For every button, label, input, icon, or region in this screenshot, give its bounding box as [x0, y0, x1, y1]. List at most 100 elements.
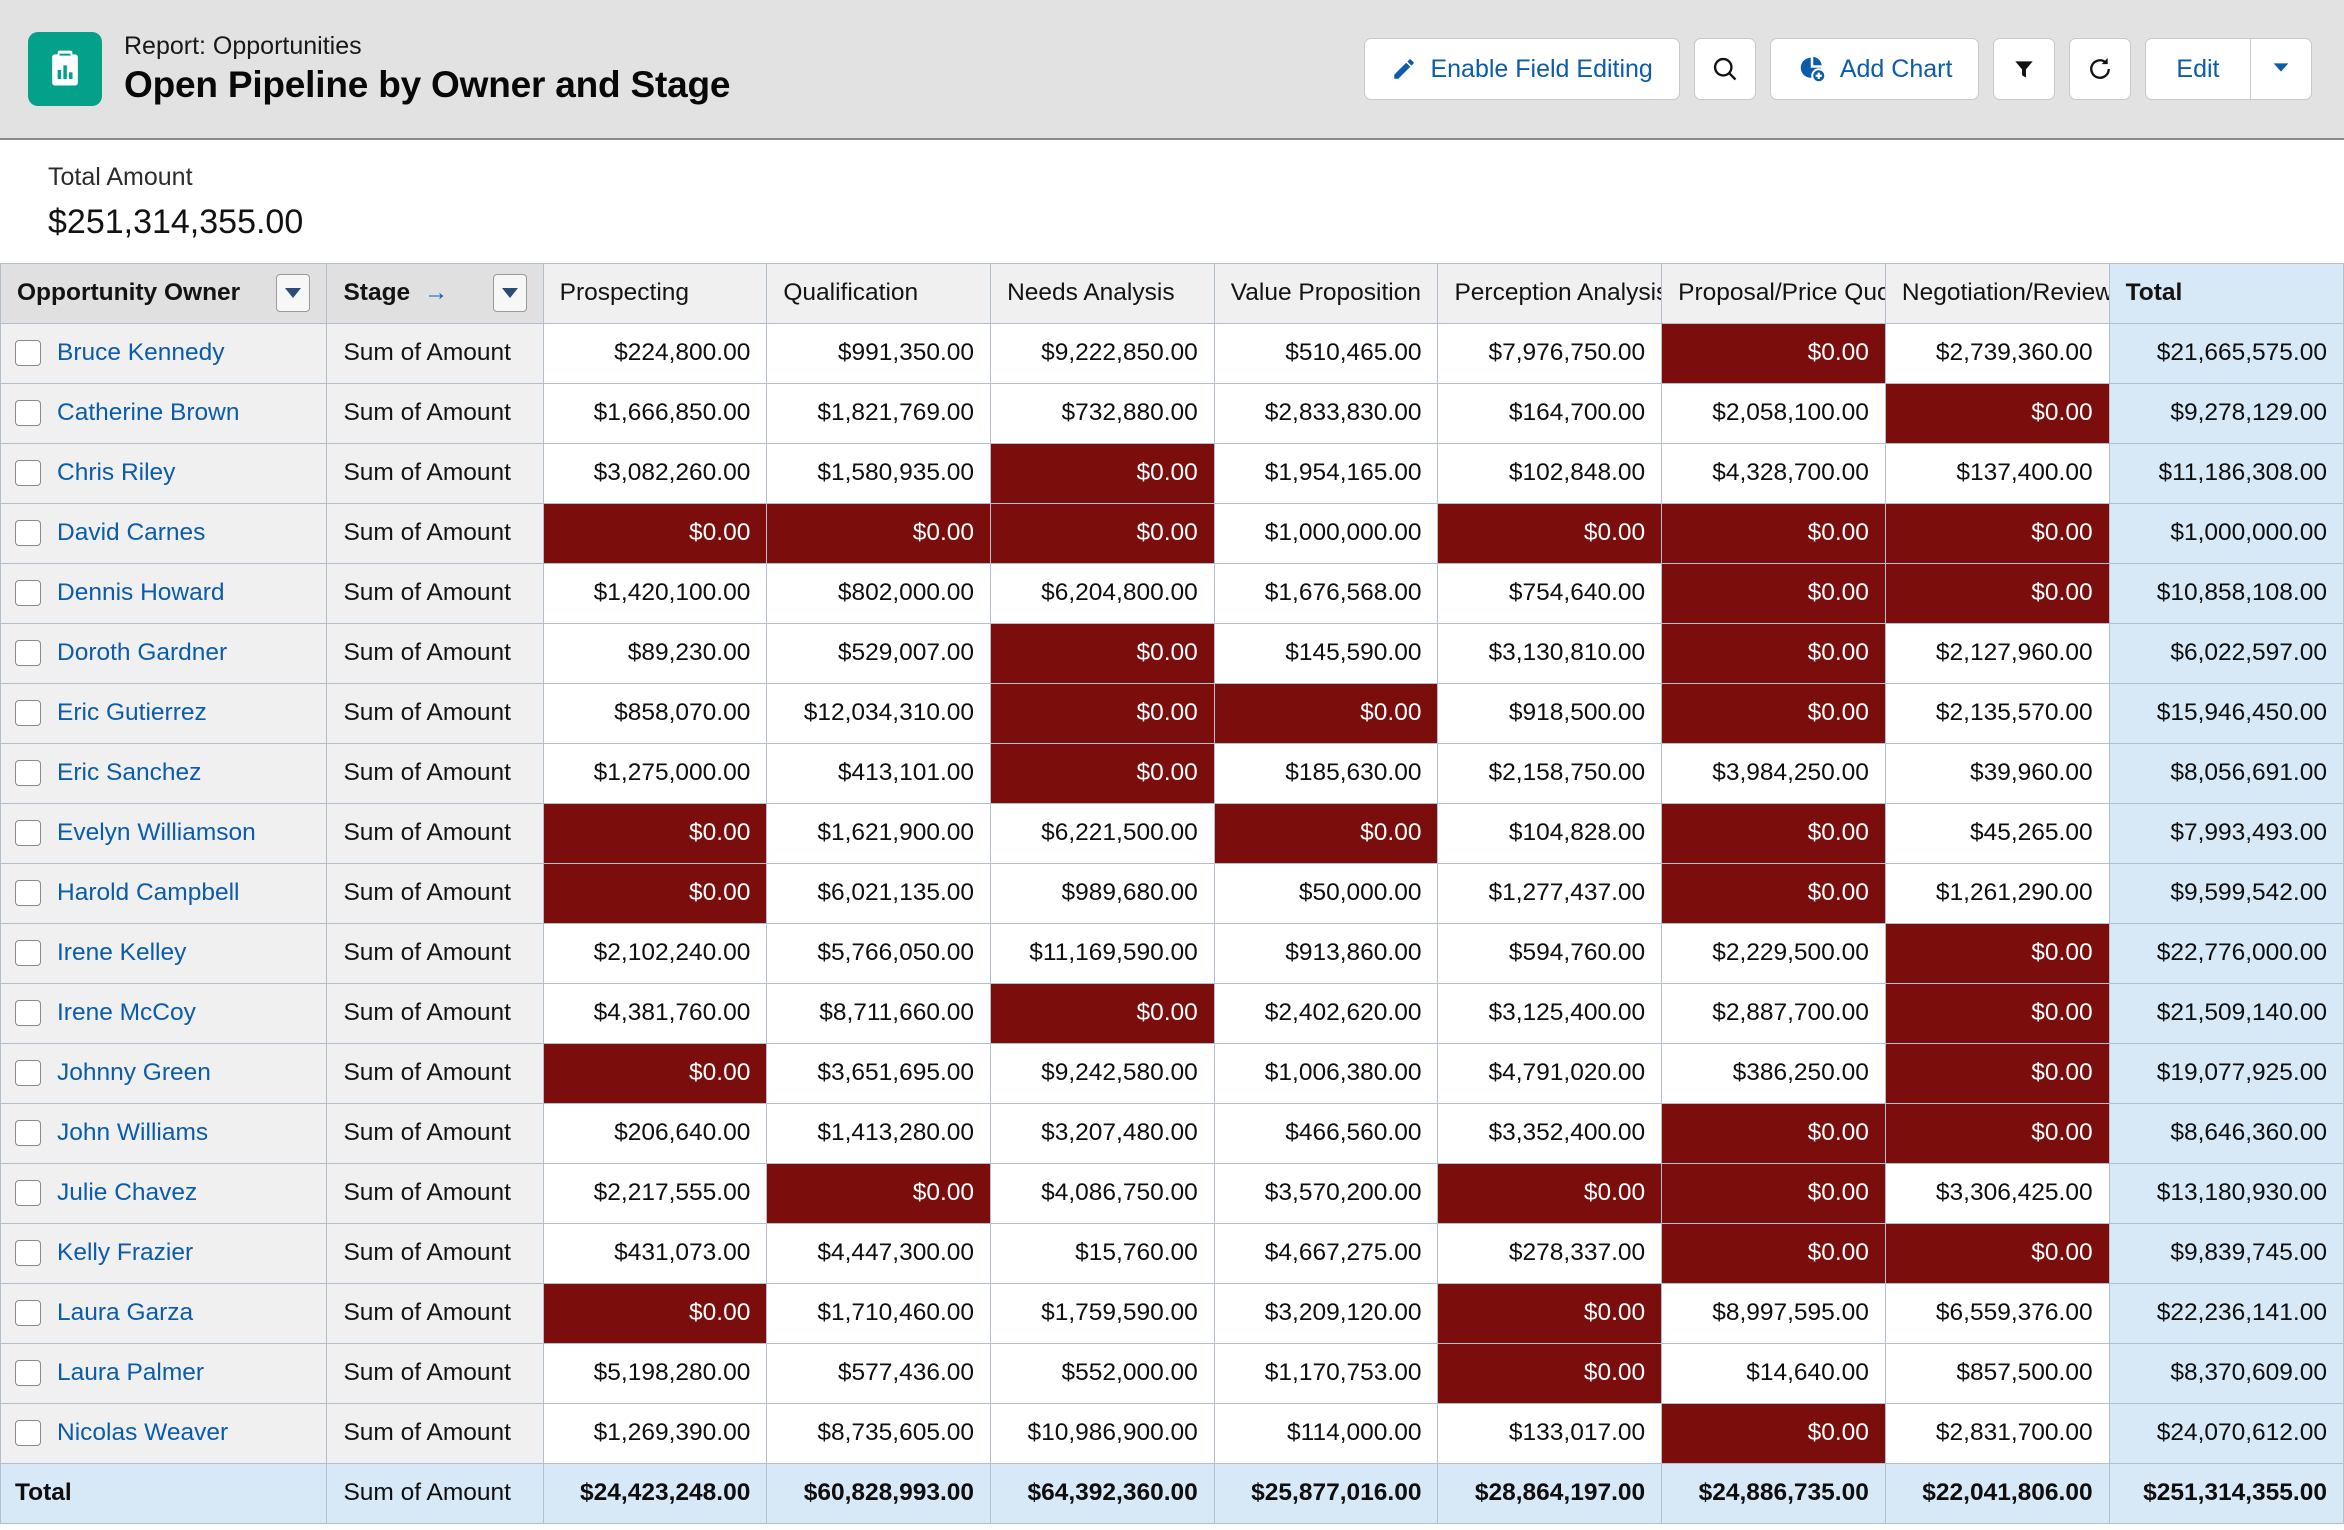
amount-cell[interactable]: $164,700.00 [1437, 382, 1663, 444]
amount-cell-zero[interactable]: $0.00 [542, 862, 768, 924]
amount-cell-zero[interactable]: $0.00 [1661, 622, 1886, 684]
amount-cell[interactable]: $224,800.00 [542, 322, 768, 384]
amount-cell[interactable]: $3,209,120.00 [1213, 1282, 1439, 1344]
column-header-negotiation-review[interactable]: Negotiation/Review [1884, 262, 2110, 324]
amount-cell[interactable]: $9,222,850.00 [990, 322, 1215, 384]
row-checkbox[interactable] [15, 1300, 41, 1327]
row-checkbox[interactable] [15, 1360, 41, 1387]
amount-cell[interactable]: $7,976,750.00 [1437, 322, 1663, 384]
amount-cell[interactable]: $6,221,500.00 [990, 802, 1215, 864]
amount-cell[interactable]: $913,860.00 [1213, 922, 1439, 984]
amount-cell-zero[interactable]: $0.00 [1884, 382, 2110, 444]
amount-cell[interactable]: $6,021,135.00 [766, 862, 992, 924]
owner-link[interactable]: Dennis Howard [57, 579, 225, 607]
amount-cell[interactable]: $89,230.00 [542, 622, 768, 684]
amount-cell[interactable]: $802,000.00 [766, 562, 992, 624]
amount-cell[interactable]: $1,621,900.00 [766, 802, 992, 864]
amount-cell[interactable]: $6,559,376.00 [1884, 1282, 2110, 1344]
edit-dropdown-button[interactable] [2251, 39, 2311, 99]
amount-cell[interactable]: $413,101.00 [766, 742, 992, 804]
amount-cell-zero[interactable]: $0.00 [1661, 682, 1886, 744]
amount-cell[interactable]: $4,381,760.00 [542, 982, 768, 1044]
owner-link[interactable]: Harold Campbell [57, 879, 239, 907]
amount-cell[interactable]: $6,204,800.00 [990, 562, 1215, 624]
row-checkbox[interactable] [15, 460, 41, 487]
amount-cell[interactable]: $4,791,020.00 [1437, 1042, 1663, 1104]
row-checkbox[interactable] [15, 760, 41, 787]
amount-cell-zero[interactable]: $0.00 [990, 982, 1215, 1044]
amount-cell[interactable]: $114,000.00 [1213, 1402, 1439, 1464]
owner-link[interactable]: Julie Chavez [57, 1179, 197, 1207]
owner-column-menu-button[interactable] [276, 274, 311, 313]
amount-cell[interactable]: $1,759,590.00 [990, 1282, 1215, 1344]
owner-link[interactable]: Nicolas Weaver [57, 1419, 228, 1447]
row-checkbox[interactable] [15, 580, 41, 607]
amount-cell[interactable]: $1,261,290.00 [1884, 862, 2110, 924]
amount-cell[interactable]: $732,880.00 [990, 382, 1215, 444]
owner-link[interactable]: Bruce Kennedy [57, 339, 225, 367]
add-chart-button[interactable]: Add Chart [1769, 38, 1980, 100]
amount-cell-zero[interactable]: $0.00 [766, 1162, 992, 1224]
amount-cell-zero[interactable]: $0.00 [1661, 1162, 1886, 1224]
amount-cell[interactable]: $2,402,620.00 [1213, 982, 1439, 1044]
amount-cell[interactable]: $3,352,400.00 [1437, 1102, 1663, 1164]
amount-cell-zero[interactable]: $0.00 [542, 502, 768, 564]
row-checkbox[interactable] [15, 640, 41, 667]
row-checkbox[interactable] [15, 340, 41, 367]
amount-cell[interactable]: $50,000.00 [1213, 862, 1439, 924]
amount-cell[interactable]: $2,833,830.00 [1213, 382, 1439, 444]
amount-cell[interactable]: $1,954,165.00 [1213, 442, 1439, 504]
amount-cell[interactable]: $1,821,769.00 [766, 382, 992, 444]
amount-cell-zero[interactable]: $0.00 [990, 742, 1215, 804]
row-checkbox[interactable] [15, 1120, 41, 1147]
amount-cell-zero[interactable]: $0.00 [1884, 1042, 2110, 1104]
amount-cell[interactable]: $2,831,700.00 [1884, 1402, 2110, 1464]
amount-cell[interactable]: $1,580,935.00 [766, 442, 992, 504]
owner-link[interactable]: David Carnes [57, 519, 205, 547]
amount-cell[interactable]: $8,997,595.00 [1661, 1282, 1886, 1344]
amount-cell-zero[interactable]: $0.00 [766, 502, 992, 564]
amount-cell-zero[interactable]: $0.00 [1213, 802, 1439, 864]
amount-cell[interactable]: $3,306,425.00 [1884, 1162, 2110, 1224]
amount-cell[interactable]: $102,848.00 [1437, 442, 1663, 504]
amount-cell-zero[interactable]: $0.00 [1884, 922, 2110, 984]
amount-cell[interactable]: $989,680.00 [990, 862, 1215, 924]
owner-link[interactable]: Catherine Brown [57, 399, 239, 427]
owner-link[interactable]: Laura Garza [57, 1299, 193, 1327]
row-checkbox[interactable] [15, 1420, 41, 1447]
row-checkbox[interactable] [15, 820, 41, 847]
owner-link[interactable]: Evelyn Williamson [57, 819, 256, 847]
amount-cell[interactable]: $3,082,260.00 [542, 442, 768, 504]
amount-cell[interactable]: $1,710,460.00 [766, 1282, 992, 1344]
column-header-stage[interactable]: Stage → [326, 262, 544, 324]
amount-cell-zero[interactable]: $0.00 [1661, 1102, 1886, 1164]
owner-link[interactable]: Laura Palmer [57, 1359, 204, 1387]
row-checkbox[interactable] [15, 940, 41, 967]
amount-cell-zero[interactable]: $0.00 [990, 442, 1215, 504]
amount-cell[interactable]: $1,275,000.00 [542, 742, 768, 804]
amount-cell[interactable]: $857,500.00 [1884, 1342, 2110, 1404]
amount-cell-zero[interactable]: $0.00 [990, 622, 1215, 684]
column-header-prospecting[interactable]: Prospecting [542, 262, 768, 324]
amount-cell[interactable]: $1,413,280.00 [766, 1102, 992, 1164]
amount-cell[interactable]: $431,073.00 [542, 1222, 768, 1284]
amount-cell-zero[interactable]: $0.00 [1884, 1222, 2110, 1284]
amount-cell-zero[interactable]: $0.00 [1437, 1282, 1663, 1344]
amount-cell-zero[interactable]: $0.00 [990, 682, 1215, 744]
amount-cell[interactable]: $1,420,100.00 [542, 562, 768, 624]
amount-cell-zero[interactable]: $0.00 [1884, 1102, 2110, 1164]
amount-cell[interactable]: $1,676,568.00 [1213, 562, 1439, 624]
owner-link[interactable]: Irene McCoy [57, 999, 196, 1027]
amount-cell[interactable]: $1,277,437.00 [1437, 862, 1663, 924]
amount-cell-zero[interactable]: $0.00 [1437, 502, 1663, 564]
search-button[interactable] [1693, 38, 1756, 100]
enable-field-editing-button[interactable]: Enable Field Editing [1364, 38, 1680, 100]
amount-cell[interactable]: $12,034,310.00 [766, 682, 992, 744]
amount-cell-zero[interactable]: $0.00 [990, 502, 1215, 564]
amount-cell-zero[interactable]: $0.00 [1437, 1342, 1663, 1404]
amount-cell[interactable]: $4,328,700.00 [1661, 442, 1886, 504]
row-checkbox[interactable] [15, 400, 41, 427]
amount-cell[interactable]: $858,070.00 [542, 682, 768, 744]
refresh-button[interactable] [2069, 38, 2132, 100]
amount-cell[interactable]: $2,739,360.00 [1884, 322, 2110, 384]
